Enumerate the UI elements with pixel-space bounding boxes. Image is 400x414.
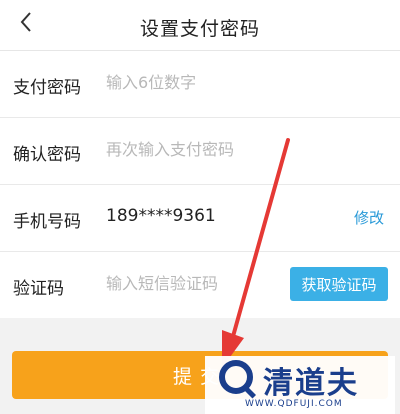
app-header: 设置支付密码 [0,0,400,51]
confirm-password-row: 确认密码 [0,118,400,185]
submit-button[interactable]: 提交 [12,351,388,399]
phone-number: 189****9361 [106,206,216,226]
modify-phone-link[interactable]: 修改 [354,207,384,228]
get-code-button[interactable]: 获取验证码 [290,267,388,301]
verify-code-input[interactable] [106,274,276,293]
pay-password-label: 支付密码 [13,78,81,98]
confirm-password-label: 确认密码 [13,145,81,165]
payment-password-form: 支付密码 确认密码 手机号码 189****9361 修改 验证码 获取验证码 [0,51,400,318]
verify-code-row: 验证码 获取验证码 [0,252,400,318]
phone-row: 手机号码 189****9361 修改 [0,185,400,252]
page-title: 设置支付密码 [139,18,260,40]
pay-password-row: 支付密码 [0,51,400,118]
watermark-url: WWW.QDFUJI.COM [245,399,343,409]
phone-label: 手机号码 [13,212,81,232]
verify-code-label: 验证码 [13,279,64,299]
pay-password-input[interactable] [106,73,276,92]
confirm-password-input[interactable] [106,140,276,159]
